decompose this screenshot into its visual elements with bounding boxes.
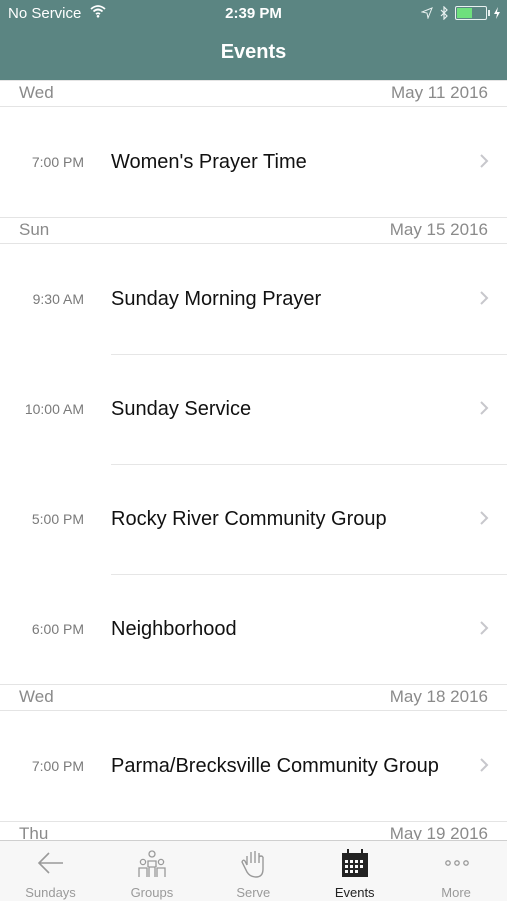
event-row[interactable]: 6:00 PM Neighborhood <box>0 574 507 684</box>
people-icon <box>138 850 167 877</box>
event-name: Sunday Morning Prayer <box>111 288 322 310</box>
section-header: Thu May 19 2016 <box>0 821 507 840</box>
event-name: Women's Prayer Time <box>111 151 307 173</box>
chevron-right-icon <box>480 291 489 305</box>
event-time: 7:00 PM <box>31 154 84 170</box>
section-date: May 11 2016 <box>390 83 488 102</box>
event-time: 7:00 PM <box>31 758 84 774</box>
event-row[interactable]: 7:00 PM Women's Prayer Time <box>0 107 507 217</box>
section-header: Wed May 11 2016 <box>0 80 507 107</box>
tab-label: Serve <box>236 885 271 900</box>
hand-icon <box>241 851 264 878</box>
section-day: Sun <box>19 220 50 239</box>
event-name: Sunday Service <box>111 398 252 420</box>
tab-label: Groups <box>130 885 174 900</box>
page-title: Events <box>220 41 287 63</box>
event-time: 10:00 AM <box>24 401 84 417</box>
chevron-right-icon <box>480 154 489 168</box>
location-icon <box>421 7 433 19</box>
event-row[interactable]: 7:00 PM Parma/Brecksville Community Group <box>0 711 507 821</box>
tab-events[interactable]: Events <box>304 841 405 901</box>
tab-bar: Sundays Groups Serve Events More <box>0 840 507 901</box>
tab-sundays[interactable]: Sundays <box>0 841 101 901</box>
events-list[interactable]: Wed May 11 2016 7:00 PM Women's Prayer Time… <box>0 80 507 840</box>
event-name: Parma/Brecksville Community Group <box>111 755 439 777</box>
more-dots-icon <box>444 860 469 866</box>
event-row[interactable]: 10:00 AM Sunday Service <box>0 354 507 464</box>
section-date: May 19 2016 <box>389 824 488 840</box>
tab-more[interactable]: More <box>406 841 507 901</box>
top-bar: No Service 2:39 PM Events <box>0 0 507 80</box>
tab-label: Sundays <box>25 885 76 900</box>
section-day: Wed <box>19 83 54 102</box>
tab-label: Events <box>334 885 375 900</box>
event-time: 6:00 PM <box>31 621 84 637</box>
chevron-right-icon <box>480 511 489 525</box>
chevron-right-icon <box>480 621 489 635</box>
chevron-right-icon <box>480 401 489 415</box>
event-row[interactable]: 5:00 PM Rocky River Community Group <box>0 464 507 574</box>
battery-icon <box>455 6 490 20</box>
tab-serve[interactable]: Serve <box>203 841 304 901</box>
back-arrow-icon <box>37 852 63 874</box>
section-header: Wed May 18 2016 <box>0 684 507 711</box>
event-row[interactable]: 9:30 AM Sunday Morning Prayer <box>0 244 507 354</box>
event-name: Rocky River Community Group <box>111 508 387 530</box>
event-time: 5:00 PM <box>31 511 84 527</box>
tab-label: More <box>441 885 471 900</box>
section-date: May 15 2016 <box>389 220 488 239</box>
section-day: Wed <box>19 687 54 706</box>
status-right <box>421 4 501 22</box>
status-bar: No Service 2:39 PM <box>0 0 507 28</box>
section-day: Thu <box>19 824 49 840</box>
event-name: Neighborhood <box>111 618 237 640</box>
charging-icon <box>494 7 500 19</box>
section-date: May 18 2016 <box>389 687 488 706</box>
tab-groups[interactable]: Groups <box>101 841 202 901</box>
event-time: 9:30 AM <box>32 291 84 307</box>
calendar-icon <box>342 849 369 877</box>
chevron-right-icon <box>480 758 489 772</box>
bluetooth-icon <box>440 6 448 20</box>
section-header: Sun May 15 2016 <box>0 217 507 244</box>
